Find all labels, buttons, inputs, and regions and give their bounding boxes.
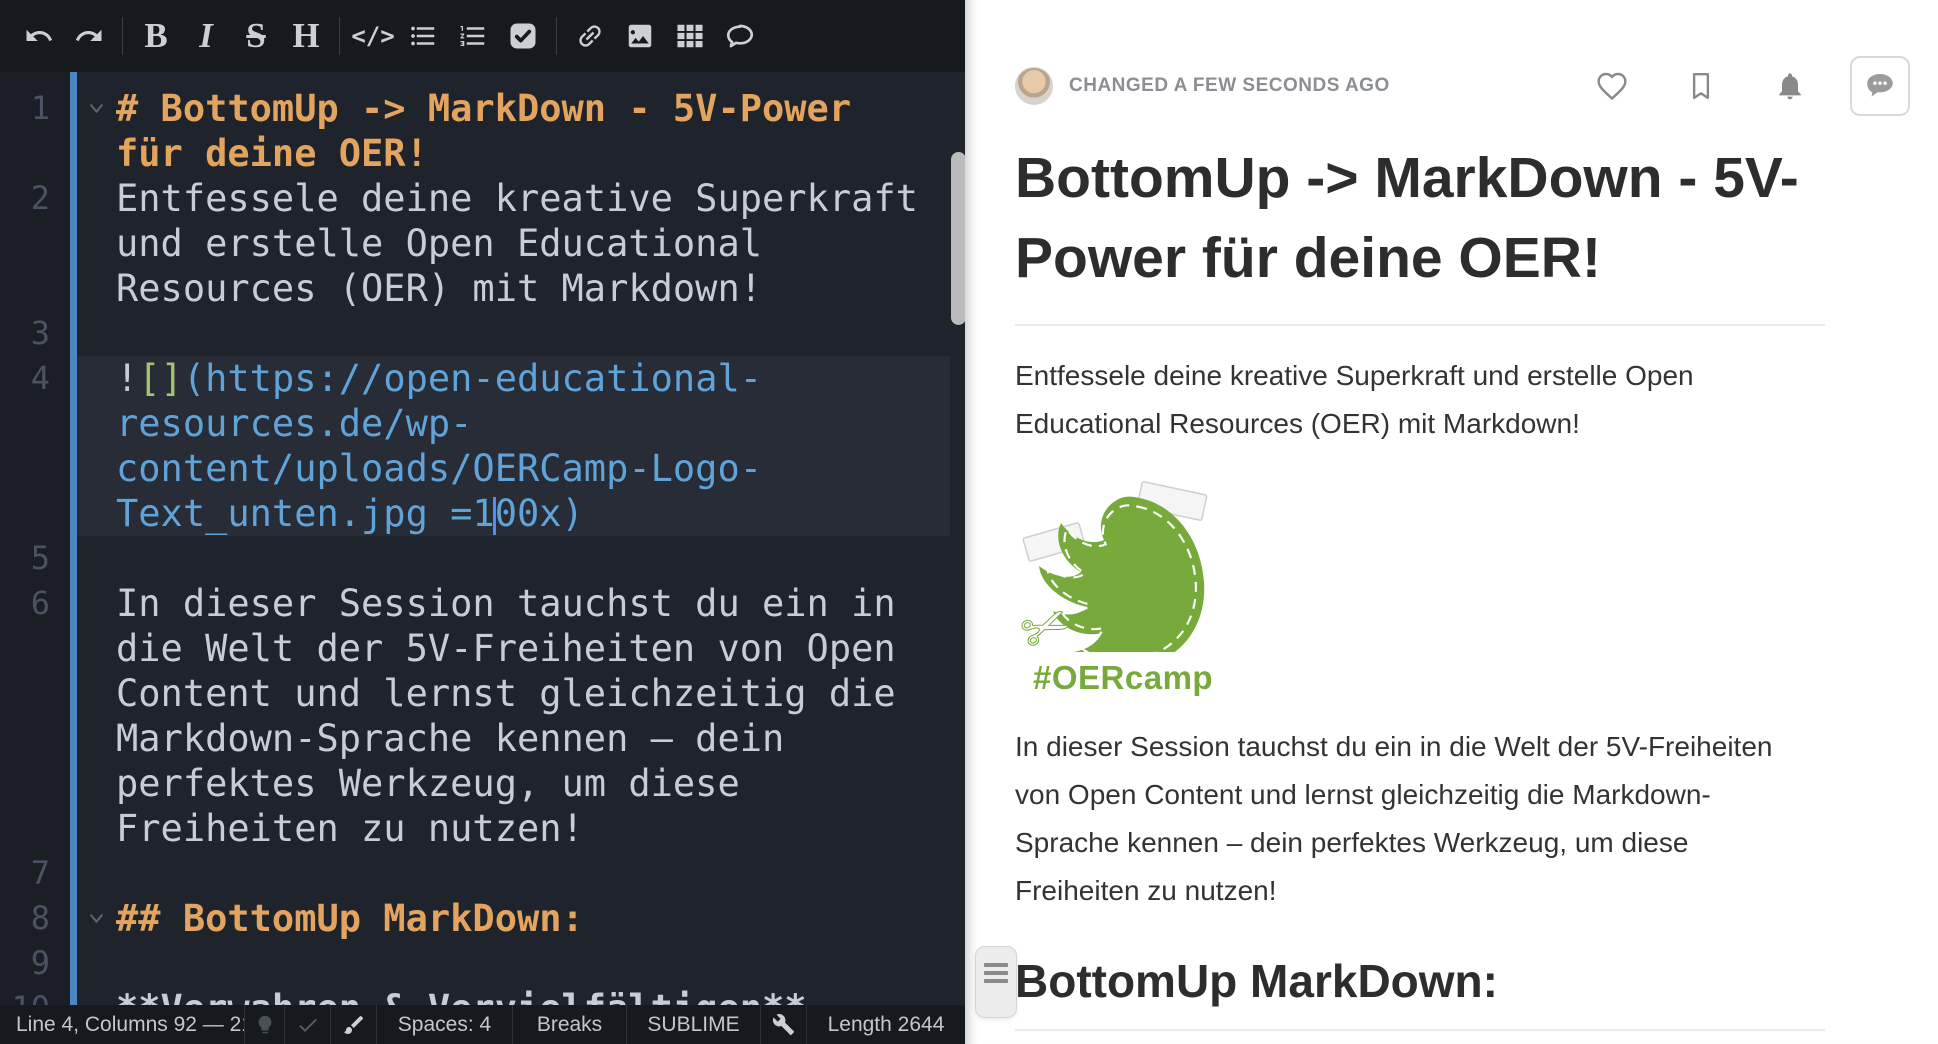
link-icon[interactable] bbox=[565, 13, 615, 59]
last-changed-label: CHANGED A FEW SECONDS AGO bbox=[1069, 75, 1390, 97]
notifications-bell-icon[interactable] bbox=[1774, 70, 1806, 102]
strikethrough-button[interactable]: S bbox=[231, 13, 281, 59]
code-line-text[interactable] bbox=[116, 536, 928, 581]
editor-statusbar: Line 4, Columns 92 — 21 Spaces: 4 Breaks… bbox=[0, 1005, 965, 1044]
hamburger-icon bbox=[984, 963, 1008, 1017]
strikethrough-icon: S bbox=[246, 16, 265, 56]
heading-icon: H bbox=[292, 16, 319, 56]
preview-header: CHANGED A FEW SECONDS AGO bbox=[965, 0, 1938, 116]
editor-line[interactable]: 5 bbox=[0, 536, 950, 581]
fold-chevron-icon[interactable] bbox=[77, 896, 116, 941]
line-number: 1 bbox=[0, 86, 70, 131]
preview-pane: CHANGED A FEW SECONDS AGO BottomUp -> Ma… bbox=[965, 0, 1938, 1044]
line-number: 8 bbox=[0, 896, 70, 941]
bookmark-icon[interactable] bbox=[1686, 71, 1716, 101]
line-number: 2 bbox=[0, 176, 70, 221]
spellcheck-icon[interactable] bbox=[284, 1005, 330, 1044]
editor-line[interactable]: 9 bbox=[0, 941, 950, 986]
editor-line[interactable]: 6 In dieser Session tauchst du ein in die… bbox=[0, 581, 950, 851]
bullet-list-icon[interactable] bbox=[398, 13, 448, 59]
doc-length-status: Length 2644 bbox=[806, 1005, 965, 1044]
code-editor[interactable]: 1 # BottomUp -> MarkDown - 5V-Power für d… bbox=[0, 72, 965, 1005]
code-line-text[interactable]: # BottomUp -> MarkDown - 5V-Power für de… bbox=[116, 86, 928, 176]
rendered-document: BottomUp -> MarkDown - 5V-Power für dein… bbox=[965, 138, 1938, 1031]
line-number: 3 bbox=[0, 311, 70, 356]
keymap-setting[interactable]: SUBLIME bbox=[626, 1005, 760, 1044]
toc-grip-handle[interactable] bbox=[975, 946, 1017, 1018]
comments-button[interactable] bbox=[1850, 56, 1910, 116]
code-line-text[interactable]: Entfessele deine kreative Superkraft und… bbox=[116, 176, 928, 311]
table-icon[interactable] bbox=[665, 13, 715, 59]
code-icon: </> bbox=[351, 22, 394, 50]
code-line-text[interactable] bbox=[116, 851, 928, 896]
fold-gutter bbox=[77, 986, 116, 1005]
undo-icon[interactable] bbox=[14, 13, 64, 59]
line-number: 6 bbox=[0, 581, 70, 626]
fold-gutter bbox=[77, 176, 116, 311]
code-line-text[interactable]: In dieser Session tauchst du ein in die … bbox=[116, 581, 928, 851]
editor-line[interactable]: 8 ## BottomUp MarkDown: bbox=[0, 896, 950, 941]
image-icon[interactable] bbox=[615, 13, 665, 59]
lightbulb-icon[interactable] bbox=[244, 1005, 284, 1044]
toolbar-separator bbox=[556, 17, 557, 55]
spaces-setting[interactable]: Spaces: 4 bbox=[376, 1005, 512, 1044]
comment-icon[interactable] bbox=[715, 13, 765, 59]
author-avatar[interactable] bbox=[1015, 67, 1053, 105]
fold-gutter bbox=[77, 356, 116, 536]
logo-caption: #OERcamp bbox=[1033, 659, 1221, 697]
code-line-text[interactable]: ![](https://open-educational-resources.d… bbox=[116, 356, 928, 536]
editor-line[interactable]: 4 ![](https://open-educational-resources.… bbox=[0, 356, 950, 536]
italic-button[interactable]: I bbox=[181, 13, 231, 59]
line-number: 7 bbox=[0, 851, 70, 896]
line-number: 9 bbox=[0, 941, 70, 986]
editor-line[interactable]: 1 # BottomUp -> MarkDown - 5V-Power für d… bbox=[0, 86, 950, 176]
fold-gutter bbox=[77, 941, 116, 986]
bold-icon: B bbox=[144, 16, 167, 56]
line-number: 10 bbox=[0, 986, 70, 1005]
editor-line[interactable]: 3 bbox=[0, 311, 950, 356]
breaks-setting[interactable]: Breaks bbox=[512, 1005, 626, 1044]
fold-gutter bbox=[77, 581, 116, 851]
cursor-position-status: Line 4, Columns 92 — 21 bbox=[0, 1005, 244, 1044]
comment-bubble-icon bbox=[1863, 69, 1897, 103]
line-number: 4 bbox=[0, 356, 70, 401]
doc-paragraph: Entfessele deine kreative Superkraft und… bbox=[1015, 352, 1787, 448]
editor-pane: B I S H </> 1# BottomUp -> MarkDow bbox=[0, 0, 965, 1044]
task-checkbox-icon[interactable] bbox=[498, 13, 548, 59]
line-number: 5 bbox=[0, 536, 70, 581]
theme-brush-icon[interactable] bbox=[330, 1005, 376, 1044]
toolbar-separator bbox=[122, 17, 123, 55]
like-heart-icon[interactable] bbox=[1596, 70, 1628, 102]
doc-title: BottomUp -> MarkDown - 5V-Power für dein… bbox=[1015, 138, 1825, 326]
code-line-text[interactable] bbox=[116, 311, 928, 356]
editor-line[interactable]: 10 **Verwahren & Vervielfältigen** bbox=[0, 986, 950, 1005]
editor-toolbar: B I S H </> bbox=[0, 0, 965, 72]
italic-icon: I bbox=[199, 16, 213, 56]
fold-gutter bbox=[77, 311, 116, 356]
ordered-list-icon[interactable] bbox=[448, 13, 498, 59]
editor-scrollbar-thumb[interactable] bbox=[951, 152, 965, 325]
bold-button[interactable]: B bbox=[131, 13, 181, 59]
doc-heading2: BottomUp MarkDown: bbox=[1015, 951, 1825, 1031]
code-line-text[interactable] bbox=[116, 941, 928, 986]
fold-chevron-icon[interactable] bbox=[77, 86, 116, 176]
fold-gutter bbox=[77, 536, 116, 581]
editor-line[interactable]: 7 bbox=[0, 851, 950, 896]
code-line-text[interactable]: ## BottomUp MarkDown: bbox=[116, 896, 928, 941]
doc-paragraph: In dieser Session tauchst du ein in die … bbox=[1015, 723, 1787, 915]
code-button[interactable]: </> bbox=[348, 13, 398, 59]
wrench-icon[interactable] bbox=[760, 1005, 806, 1044]
fold-gutter bbox=[77, 851, 116, 896]
redo-icon[interactable] bbox=[64, 13, 114, 59]
code-line-text[interactable]: **Verwahren & Vervielfältigen** bbox=[116, 986, 928, 1005]
oercamp-logo-image: ✂ #OERcamp bbox=[1021, 480, 1221, 697]
heading-button[interactable]: H bbox=[281, 13, 331, 59]
toolbar-separator bbox=[339, 17, 340, 55]
editor-line[interactable]: 2 Entfessele deine kreative Superkraft un… bbox=[0, 176, 950, 311]
